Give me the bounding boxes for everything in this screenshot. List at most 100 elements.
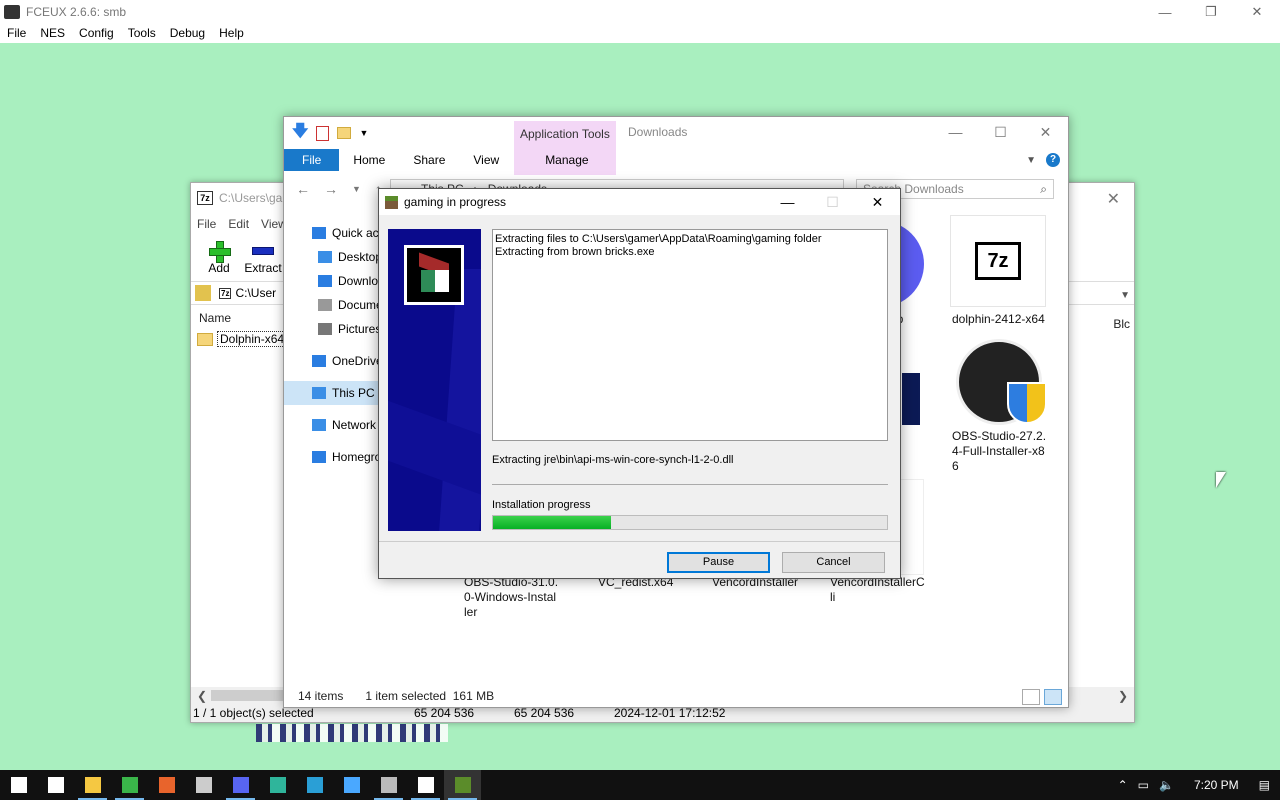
properties-icon[interactable] — [316, 125, 330, 141]
fceux-title: FCEUX 2.6.6: smb — [26, 5, 127, 19]
sidebar-item-label: Desktop — [338, 250, 380, 264]
explorer-maximize-button[interactable]: ☐ — [978, 117, 1023, 147]
extract-label: Extract — [244, 261, 282, 275]
help-icon[interactable]: ? — [1046, 153, 1060, 167]
pause-button[interactable]: Pause — [667, 552, 770, 573]
status-item-count: 14 items — [298, 689, 344, 703]
sidebar-item-homegroup[interactable]: Homegro — [284, 445, 380, 469]
taskbar-discord[interactable] — [222, 770, 259, 800]
scroll-thumb[interactable] — [211, 690, 283, 701]
menu-debug[interactable]: Debug — [163, 24, 212, 43]
add-button[interactable]: Add — [197, 241, 241, 275]
document-icon — [318, 299, 332, 311]
clock[interactable]: 7:20 PM — [1184, 778, 1249, 792]
file-label-vencordcli[interactable]: VencordInstallerC li — [830, 575, 925, 605]
progress-label: Installation progress — [492, 499, 591, 511]
show-hidden-icons-icon[interactable]: ⌃ — [1118, 778, 1128, 792]
taskbar-green-app[interactable] — [111, 770, 148, 800]
sidebar-item-quick-access[interactable]: Quick acc — [284, 221, 380, 245]
tab-view[interactable]: View — [459, 149, 513, 171]
start-button[interactable] — [0, 770, 37, 800]
tab-share[interactable]: Share — [399, 149, 459, 171]
explorer-minimize-button[interactable]: — — [933, 117, 978, 147]
sidebar-item-onedrive[interactable]: OneDrive — [284, 349, 380, 373]
taskbar-store[interactable] — [333, 770, 370, 800]
sidebar-item-documents[interactable]: Docume — [284, 293, 380, 317]
add-label: Add — [208, 261, 230, 275]
sidebar-item-this-pc[interactable]: This PC — [284, 381, 380, 405]
restore-button[interactable]: ❐ — [1188, 0, 1234, 24]
game-app-icon — [158, 777, 175, 793]
explorer-title: Downloads — [628, 125, 688, 139]
explorer-close-button[interactable]: ✕ — [1023, 117, 1068, 147]
large-icons-view-icon[interactable] — [1044, 689, 1062, 705]
store-icon — [343, 777, 360, 793]
new-folder-icon[interactable] — [337, 127, 352, 139]
taskbar-7zip[interactable] — [407, 770, 444, 800]
scroll-right-icon[interactable]: ❯ — [1118, 689, 1128, 703]
explorer-statusbar: 14 items 1 item selected 161 MB — [298, 689, 494, 703]
discord-icon — [232, 777, 249, 793]
forward-arrow-icon[interactable]: → — [324, 181, 338, 197]
sevenzip-close-icon[interactable]: ✕ — [1107, 189, 1120, 209]
taskbar-obs[interactable] — [185, 770, 222, 800]
sevenzip-file-icon[interactable]: 7z — [950, 215, 1046, 307]
fceux-menubar: File NES Config Tools Debug Help — [0, 24, 1280, 43]
taskbar-fceux[interactable] — [370, 770, 407, 800]
tab-home[interactable]: Home — [339, 149, 399, 171]
menu-help[interactable]: Help — [212, 24, 251, 43]
file-label-obs31[interactable]: OBS-Studio-31.0. 0-Windows-Instal ler — [464, 575, 558, 620]
details-view-icon[interactable] — [1022, 689, 1040, 705]
sidebar-item-label: Downlo — [338, 274, 379, 288]
cancel-button[interactable]: Cancel — [782, 552, 885, 573]
search-icon — [47, 777, 64, 793]
sidebar-item-network[interactable]: Network — [284, 413, 380, 437]
taskbar-remote-app[interactable] — [296, 770, 333, 800]
volume-muted-icon[interactable]: 🔈 — [1159, 778, 1174, 792]
sevenzip-menu-edit[interactable]: Edit — [222, 217, 255, 231]
qat-dropdown-icon[interactable]: ▼ — [359, 128, 368, 138]
tab-file[interactable]: File — [284, 149, 340, 171]
obs-installer-icon[interactable] — [956, 339, 1047, 425]
folder-up-icon[interactable] — [195, 285, 211, 301]
sidebar-item-pictures[interactable]: Pictures — [284, 317, 380, 341]
taskbar-game-app[interactable] — [148, 770, 185, 800]
taskbar-search-button[interactable] — [37, 770, 74, 800]
sidebar-item-downloads[interactable]: Downlo — [284, 269, 380, 293]
menu-tools[interactable]: Tools — [121, 24, 163, 43]
scroll-left-icon[interactable]: ❮ — [197, 689, 207, 703]
notifications-icon[interactable]: ▤ — [1259, 778, 1270, 792]
taskbar-minecraft[interactable] — [444, 770, 481, 800]
installer-minimize-button[interactable]: — — [765, 189, 810, 215]
tab-manage[interactable]: Manage — [531, 149, 602, 171]
close-button[interactable]: ✕ — [1234, 0, 1280, 24]
menu-nes[interactable]: NES — [33, 24, 72, 43]
ribbon-expand-icon[interactable]: ▼ — [1026, 155, 1036, 166]
7zip-icon — [417, 777, 434, 793]
extraction-log[interactable]: Extracting files to C:\Users\gamer\AppDa… — [492, 229, 888, 441]
search-icon[interactable]: ⌕ — [1040, 180, 1047, 198]
sidebar-item-label: OneDrive — [332, 354, 380, 368]
taskbar-edge[interactable] — [259, 770, 296, 800]
download-icon — [318, 275, 332, 287]
network-icon — [312, 419, 326, 431]
extract-button[interactable]: Extract — [241, 241, 285, 275]
menu-file[interactable]: File — [0, 24, 33, 43]
back-arrow-icon[interactable]: ← — [296, 181, 310, 197]
chevron-down-icon[interactable]: ▼ — [1120, 290, 1130, 301]
mouse-cursor-icon — [1216, 472, 1226, 488]
menu-config[interactable]: Config — [72, 24, 121, 43]
download-arrow-icon[interactable]: 🡇 — [292, 120, 308, 147]
sidebar-item-desktop[interactable]: Desktop — [284, 245, 380, 269]
installer-close-button[interactable]: ✕ — [855, 189, 900, 215]
network-icon[interactable]: ▭ — [1138, 778, 1149, 792]
file-label-dolphin[interactable]: dolphin-2412-x64 — [952, 312, 1045, 327]
recent-dropdown-icon[interactable]: ▼ — [352, 184, 361, 194]
column-header-right[interactable]: Blc — [1113, 317, 1130, 331]
file-icon[interactable] — [902, 373, 920, 425]
sevenzip-menu-file[interactable]: File — [191, 217, 222, 231]
sevenzip-title: C:\Users\gar — [219, 191, 287, 205]
file-label-obs27[interactable]: OBS-Studio-27.2. 4-Full-Installer-x8 6 — [952, 429, 1046, 474]
taskbar-file-explorer[interactable] — [74, 770, 111, 800]
minimize-button[interactable]: — — [1142, 0, 1188, 24]
